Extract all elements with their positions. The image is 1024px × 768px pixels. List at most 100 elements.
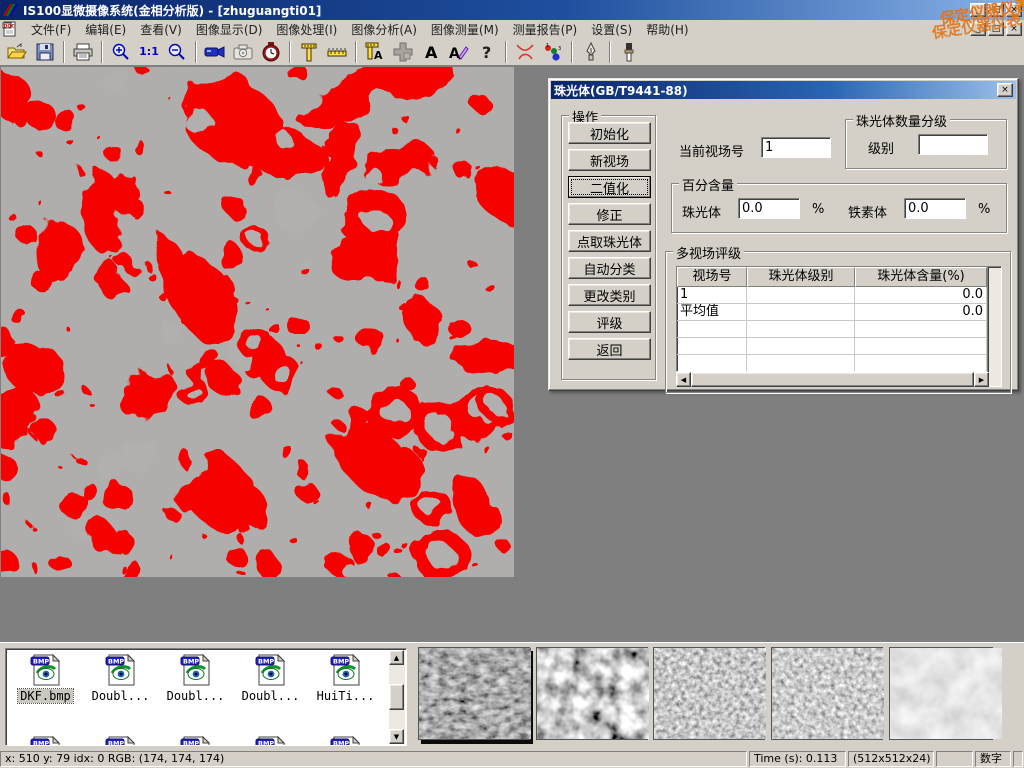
move-cross-icon[interactable]: [390, 40, 416, 64]
table-row[interactable]: 10.0: [677, 287, 988, 304]
pearlite-percent-input[interactable]: [738, 198, 800, 219]
document-system-icon[interactable]: DOC: [2, 21, 20, 37]
open-icon[interactable]: [4, 40, 30, 64]
scroll-down-icon[interactable]: ▼: [389, 729, 404, 744]
restore-button[interactable]: □: [988, 3, 1004, 17]
snapshot-camera-icon[interactable]: [230, 40, 256, 64]
mdi-close-button[interactable]: ×: [1006, 22, 1022, 36]
scroll-left-icon[interactable]: ◀: [676, 372, 691, 387]
bmp-file-icon[interactable]: BMP: [254, 735, 288, 746]
edit-text-icon[interactable]: A: [446, 40, 472, 64]
file-item[interactable]: BMP: [83, 735, 158, 746]
mdi-minimize-button[interactable]: _: [970, 22, 986, 36]
correct-button[interactable]: 修正: [568, 203, 651, 225]
bmp-file-icon[interactable]: BMP: [104, 735, 138, 746]
table-cell: 0.0: [855, 287, 987, 304]
menu-image-display[interactable]: 图像显示(D): [189, 22, 270, 38]
table-header-cell: 视场号: [677, 267, 747, 287]
curve-tool-icon[interactable]: [512, 40, 538, 64]
scroll-thumb[interactable]: [389, 684, 404, 710]
scroll-thumb[interactable]: [691, 372, 974, 387]
measure-label-icon[interactable]: A: [362, 40, 388, 64]
menu-view[interactable]: 查看(V): [133, 22, 189, 38]
file-item[interactable]: BMP HuiTi...: [308, 653, 383, 703]
text-annotate-icon[interactable]: A: [418, 40, 444, 64]
bmp-file-icon[interactable]: BMP: [329, 735, 363, 746]
table-vertical-scrollbar[interactable]: [987, 266, 1002, 387]
rate-button[interactable]: 评级: [568, 311, 651, 333]
rating-table-body: 10.0平均值0.0: [677, 287, 988, 372]
menu-help[interactable]: 帮助(H): [639, 22, 695, 38]
table-horizontal-scrollbar[interactable]: ◀ ▶: [676, 372, 989, 387]
dialog-close-icon[interactable]: ×: [997, 83, 1013, 97]
ferrite-percent-input[interactable]: [904, 198, 966, 219]
specimen-thumbnail-dark-banded-specimen[interactable]: [418, 647, 530, 740]
bmp-file-icon[interactable]: BMP: [254, 653, 288, 687]
table-row[interactable]: [677, 355, 988, 372]
minimize-button[interactable]: _: [970, 3, 986, 17]
mdi-restore-button[interactable]: □: [988, 22, 1004, 36]
menu-file[interactable]: 文件(F): [24, 22, 78, 38]
timer-icon[interactable]: [258, 40, 284, 64]
save-icon[interactable]: [32, 40, 58, 64]
caliper-vertical-icon[interactable]: [296, 40, 322, 64]
mark-points-icon[interactable]: 13: [540, 40, 566, 64]
bmp-file-icon[interactable]: BMP: [104, 653, 138, 687]
bmp-file-icon[interactable]: BMP: [29, 735, 63, 746]
menu-image-measure[interactable]: 图像测量(M): [424, 22, 506, 38]
auto-classify-button[interactable]: 自动分类: [568, 257, 651, 279]
help-icon[interactable]: ?: [474, 40, 500, 64]
menu-image-processing[interactable]: 图像处理(I): [269, 22, 344, 38]
zoom-out-icon[interactable]: [164, 40, 190, 64]
specimen-thumbnail-fine-specimen[interactable]: [653, 647, 765, 740]
dialog-title-bar[interactable]: 珠光体(GB/T9441-88) ×: [551, 81, 1016, 99]
brush-tool-icon[interactable]: [616, 40, 642, 64]
specimen-thumbnail-fine-specimen-2[interactable]: [771, 647, 883, 740]
file-item[interactable]: BMP DKF.bmp: [8, 653, 83, 703]
actual-size-icon[interactable]: 1:1: [136, 40, 162, 64]
specimen-thumbnail-light-lines-specimen[interactable]: [889, 647, 993, 740]
ruler-horizontal-icon[interactable]: [324, 40, 350, 64]
bmp-file-icon[interactable]: BMP: [29, 653, 63, 687]
change-category-button[interactable]: 更改类别: [568, 284, 651, 306]
table-row[interactable]: [677, 338, 988, 355]
bmp-file-icon[interactable]: BMP: [179, 653, 213, 687]
file-item[interactable]: BMP Doubl...: [83, 653, 158, 703]
file-name: HuiTi...: [315, 689, 377, 703]
binarize-button[interactable]: 二值化: [568, 176, 651, 198]
level-input[interactable]: [918, 134, 988, 155]
table-row[interactable]: 平均值0.0: [677, 304, 988, 321]
file-item[interactable]: BMP: [308, 735, 383, 746]
scroll-up-icon[interactable]: ▲: [389, 650, 404, 665]
pen-tool-icon[interactable]: [578, 40, 604, 64]
file-item[interactable]: BMP: [233, 735, 308, 746]
close-button[interactable]: ×: [1006, 3, 1022, 17]
bmp-file-icon[interactable]: BMP: [329, 653, 363, 687]
new-field-button[interactable]: 新视场: [568, 149, 651, 171]
rating-table[interactable]: 视场号珠光体级别珠光体含量(%)铁素体 10.0平均值0.0: [676, 266, 989, 372]
initialize-button[interactable]: 初始化: [568, 122, 651, 144]
file-item[interactable]: BMP: [158, 735, 233, 746]
file-scrollbar[interactable]: ▲ ▼: [389, 650, 405, 744]
menu-settings[interactable]: 设置(S): [584, 22, 639, 38]
specimen-thumbnail-coarse-specimen[interactable]: [536, 647, 648, 740]
menu-image-analysis[interactable]: 图像分析(A): [344, 22, 424, 38]
file-item[interactable]: BMP Doubl...: [233, 653, 308, 703]
pick-pearlite-button[interactable]: 点取珠光体: [568, 230, 651, 252]
print-icon[interactable]: [70, 40, 96, 64]
video-camera-icon[interactable]: [202, 40, 228, 64]
current-field-input[interactable]: [761, 137, 831, 158]
menu-measure-report[interactable]: 测量报告(P): [506, 22, 585, 38]
metallograph-image[interactable]: [1, 67, 514, 577]
zoom-in-icon[interactable]: [108, 40, 134, 64]
rating-group-label: 多视场评级: [673, 243, 744, 262]
file-item[interactable]: BMP Doubl...: [158, 653, 233, 703]
toolbar-separator: [101, 41, 103, 63]
return-button[interactable]: 返回: [568, 338, 651, 360]
bmp-file-icon[interactable]: BMP: [179, 735, 213, 746]
table-row[interactable]: [677, 321, 988, 338]
scroll-right-icon[interactable]: ▶: [974, 372, 989, 387]
file-item[interactable]: BMP: [8, 735, 83, 746]
dialog-title: 珠光体(GB/T9441-88): [554, 82, 997, 99]
menu-edit[interactable]: 编辑(E): [78, 22, 133, 38]
